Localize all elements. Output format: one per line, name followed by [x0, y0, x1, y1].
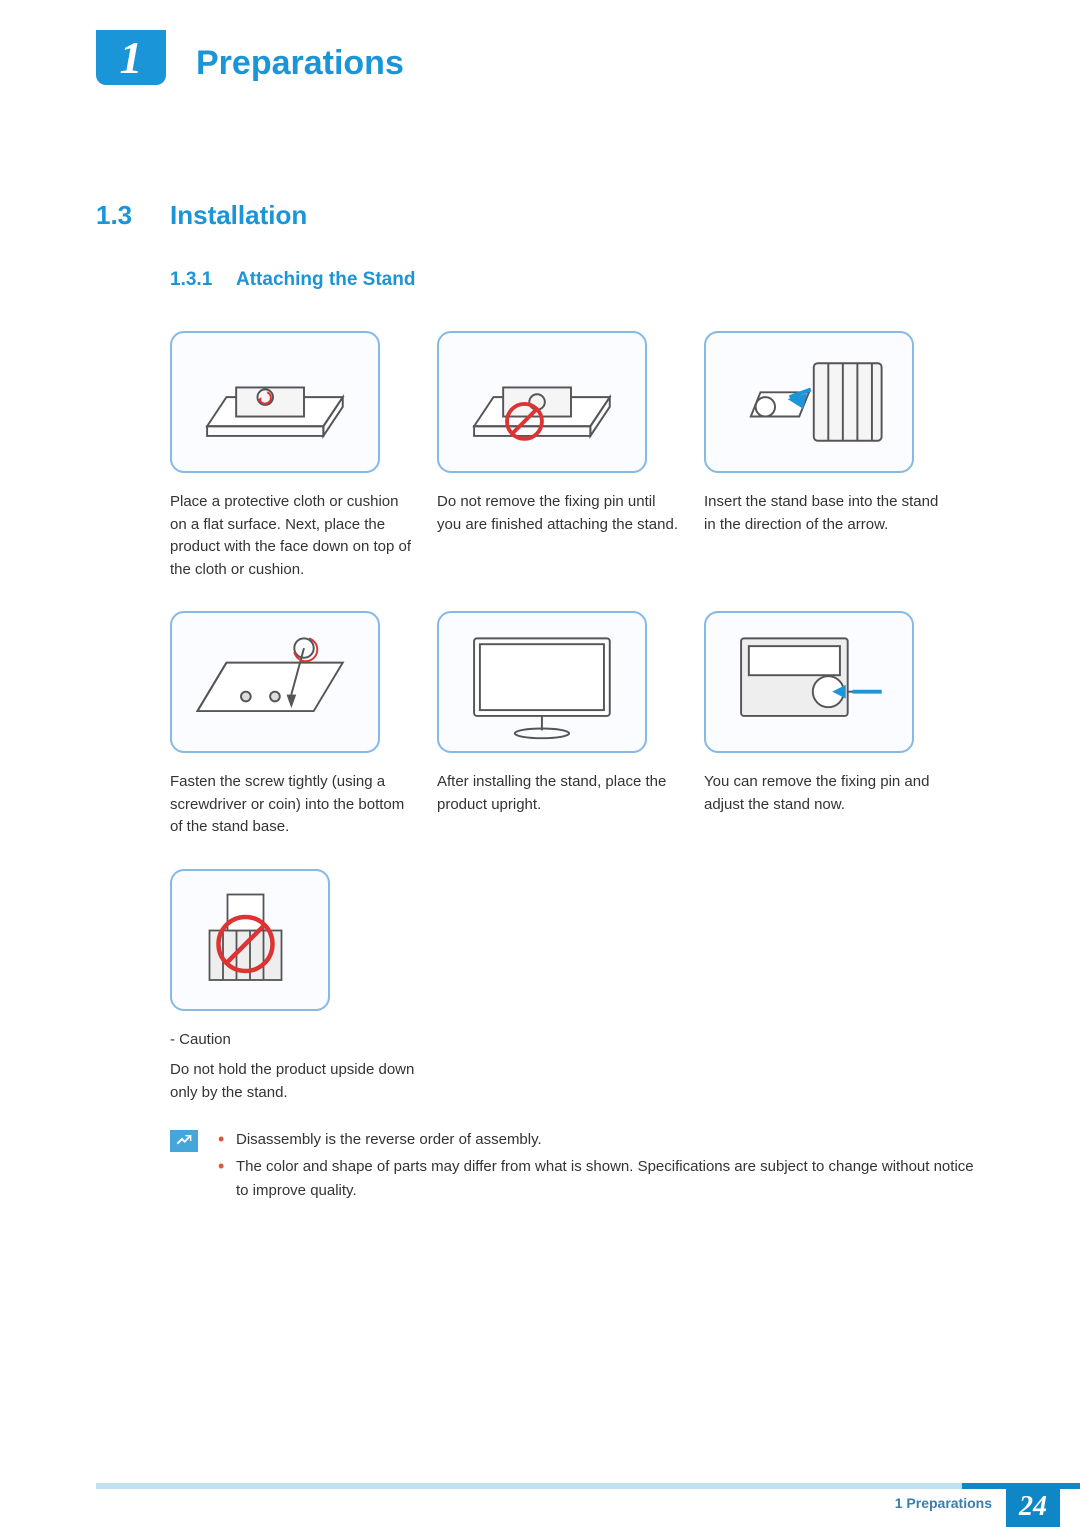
step-7-caption-prefix: - Caution [170, 1029, 415, 1052]
step-2: Do not remove the fixing pin until you a… [437, 331, 682, 581]
step-3: Insert the stand base into the stand in … [704, 331, 949, 581]
step-7: - Caution Do not hold the product upside… [170, 869, 415, 1105]
step-6-caption: You can remove the fixing pin and adjust… [704, 771, 949, 816]
step-3-caption: Insert the stand base into the stand in … [704, 491, 949, 536]
page: 1 Preparations 1.3 Installation 1.3.1 At… [0, 0, 1080, 1527]
footer-page-number: 24 [1006, 1483, 1060, 1527]
step-7-illustration [170, 869, 330, 1011]
chapter-number: 1 [96, 30, 166, 85]
step-2-illustration [437, 331, 647, 473]
footer: 1 Preparations 24 [0, 1483, 1080, 1527]
content: Place a protective cloth or cushion on a… [170, 331, 980, 1206]
note-block: Disassembly is the reverse order of asse… [170, 1128, 980, 1206]
note-icon [170, 1130, 198, 1152]
step-1: Place a protective cloth or cushion on a… [170, 331, 415, 581]
note-item: Disassembly is the reverse order of asse… [218, 1128, 980, 1151]
step-grid: Place a protective cloth or cushion on a… [170, 331, 980, 1104]
section-title: Installation [170, 200, 307, 231]
step-6-illustration [704, 611, 914, 753]
note-item: The color and shape of parts may differ … [218, 1155, 980, 1202]
step-5-illustration [437, 611, 647, 753]
chapter-tab: 1 [96, 30, 166, 85]
chapter-title: Preparations [196, 44, 404, 83]
step-6: You can remove the fixing pin and adjust… [704, 611, 949, 839]
step-1-caption: Place a protective cloth or cushion on a… [170, 491, 415, 581]
section-heading: 1.3 Installation [96, 200, 1080, 231]
step-4: Fasten the screw tightly (using a screwd… [170, 611, 415, 839]
step-2-caption: Do not remove the fixing pin until you a… [437, 491, 682, 536]
step-1-illustration [170, 331, 380, 473]
footer-rail [96, 1483, 1080, 1489]
step-5: After installing the stand, place the pr… [437, 611, 682, 839]
note-list: Disassembly is the reverse order of asse… [218, 1128, 980, 1206]
step-7-caption: - Caution Do not hold the product upside… [170, 1029, 415, 1105]
subsection-title: Attaching the Stand [236, 269, 415, 291]
step-5-caption: After installing the stand, place the pr… [437, 771, 682, 816]
step-4-caption: Fasten the screw tightly (using a screwd… [170, 771, 415, 839]
step-3-illustration [704, 331, 914, 473]
subsection-number: 1.3.1 [170, 269, 236, 291]
chapter-header: 1 Preparations [96, 0, 1080, 170]
step-7-caption-body: Do not hold the product upside down only… [170, 1059, 415, 1104]
footer-label: 1 Preparations [895, 1495, 992, 1511]
subsection-heading: 1.3.1 Attaching the Stand [170, 269, 1080, 291]
step-4-illustration [170, 611, 380, 753]
section-number: 1.3 [96, 200, 170, 231]
